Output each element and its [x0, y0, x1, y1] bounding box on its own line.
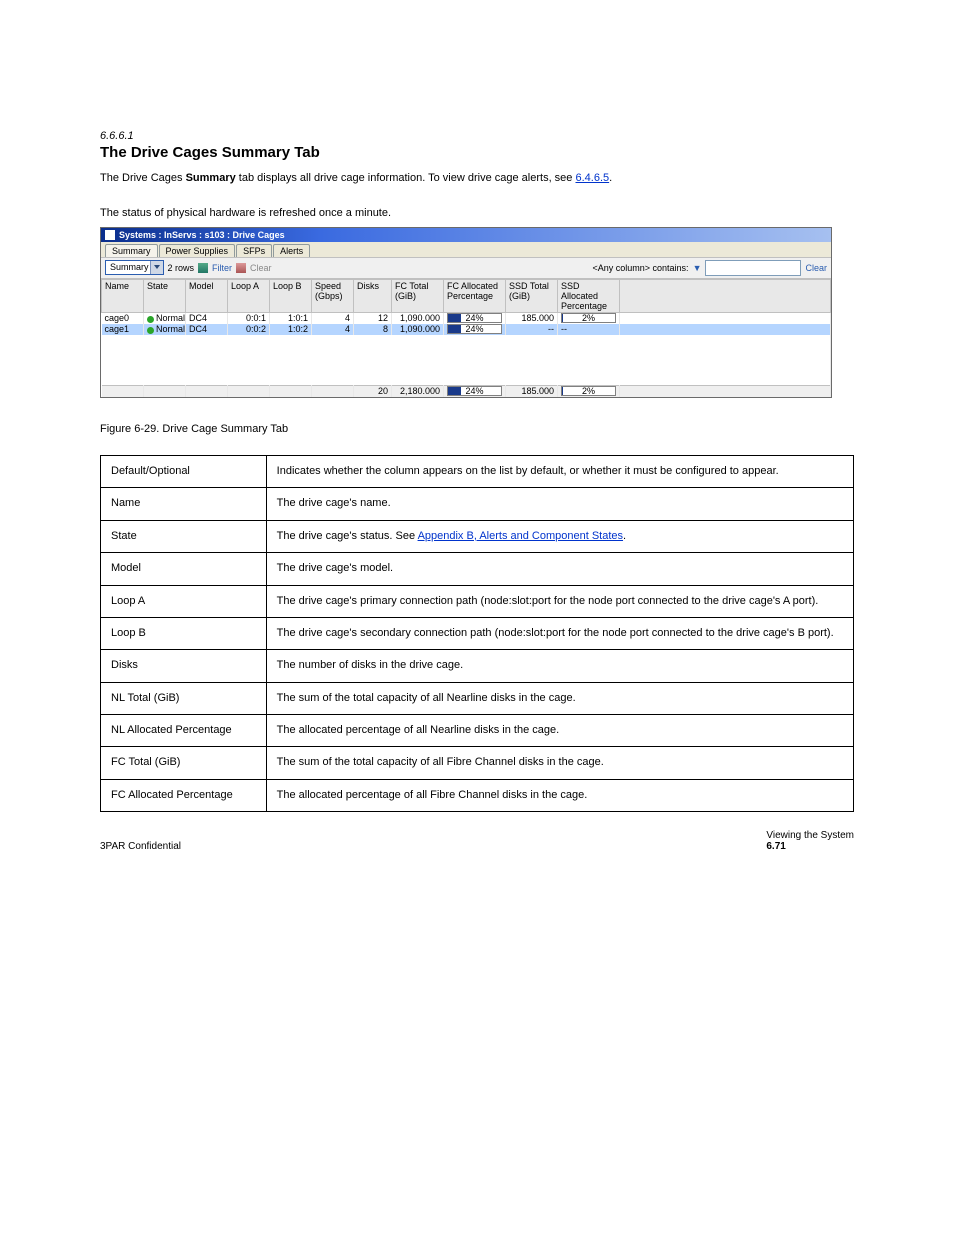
- data-grid[interactable]: Name State Model Loop A Loop B Speed (Gb…: [101, 279, 831, 397]
- tab-strip: Summary Power Supplies SFPs Alerts: [101, 242, 831, 257]
- search-column-label: <Any column> contains:: [593, 263, 689, 273]
- table-row[interactable]: cage0NormalDC40:0:11:0:14121,090.00024%1…: [102, 312, 831, 324]
- desc-row: NL Allocated PercentageThe allocated per…: [101, 715, 854, 747]
- desc-row: NameThe drive cage's name.: [101, 488, 854, 520]
- app-icon: [105, 230, 115, 240]
- window-title: Systems : InServs : s103 : Drive Cages: [119, 230, 285, 240]
- col-loop-a[interactable]: Loop A: [228, 279, 270, 312]
- desc-row: Default/OptionalIndicates whether the co…: [101, 455, 854, 487]
- col-disks[interactable]: Disks: [354, 279, 392, 312]
- col-loop-b[interactable]: Loop B: [270, 279, 312, 312]
- column-header-row[interactable]: Name State Model Loop A Loop B Speed (Gb…: [102, 279, 831, 312]
- description-paragraph: The Drive Cages Summary tab displays all…: [100, 171, 854, 187]
- appendix-link[interactable]: Appendix B, Alerts and Component States: [418, 530, 623, 542]
- totals-ssd-pct: 2%: [558, 385, 620, 397]
- col-model[interactable]: Model: [186, 279, 228, 312]
- desc-row: FC Allocated PercentageThe allocated per…: [101, 779, 854, 811]
- columns-dropdown[interactable]: Summary: [105, 260, 164, 275]
- col-speed[interactable]: Speed (Gbps): [312, 279, 354, 312]
- col-name[interactable]: Name: [102, 279, 144, 312]
- totals-fc-total: 2,180.000: [392, 385, 444, 397]
- clear-icon: [236, 263, 246, 273]
- col-fc-pct[interactable]: FC Allocated Percentage: [444, 279, 506, 312]
- col-ssd-total[interactable]: SSD Total (GiB): [506, 279, 558, 312]
- row-count-label: 2 rows: [168, 263, 195, 273]
- tab-power-supplies[interactable]: Power Supplies: [159, 244, 236, 257]
- clear-filter-link[interactable]: Clear: [250, 263, 272, 273]
- desc-row: NL Total (GiB)The sum of the total capac…: [101, 682, 854, 714]
- section-number: 6.6.6.1: [100, 130, 854, 142]
- status-note: The status of physical hardware is refre…: [100, 207, 854, 219]
- figure-caption: Figure 6-29. Drive Cage Summary Tab: [100, 423, 854, 435]
- clear-search-link[interactable]: Clear: [805, 263, 827, 273]
- footer-page: Viewing the System 6.71: [766, 830, 854, 852]
- table-row[interactable]: cage1NormalDC40:0:21:0:2481,090.00024%--…: [102, 324, 831, 335]
- search-input[interactable]: [705, 260, 801, 276]
- desc-row: Loop AThe drive cage's primary connectio…: [101, 585, 854, 617]
- column-description-table: Default/OptionalIndicates whether the co…: [100, 455, 854, 812]
- status-dot-icon: [147, 316, 154, 323]
- col-state[interactable]: State: [144, 279, 186, 312]
- crossref-link[interactable]: 6.4.6.5: [575, 172, 609, 184]
- desc-row: ModelThe drive cage's model.: [101, 553, 854, 585]
- tab-summary[interactable]: Summary: [105, 244, 158, 257]
- totals-row: 20 2,180.000 24% 185.000 2%: [102, 385, 831, 397]
- col-fc-total[interactable]: FC Total (GiB): [392, 279, 444, 312]
- totals-fc-pct: 24%: [444, 385, 506, 397]
- section-title: The Drive Cages Summary Tab: [100, 144, 854, 161]
- totals-disks: 20: [354, 385, 392, 397]
- totals-ssd-total: 185.000: [506, 385, 558, 397]
- col-ssd-pct[interactable]: SSD Allocated Percentage: [558, 279, 620, 312]
- tab-sfps[interactable]: SFPs: [236, 244, 272, 257]
- filter-icon: [198, 263, 208, 273]
- desc-row: FC Total (GiB)The sum of the total capac…: [101, 747, 854, 779]
- desc-row: StateThe drive cage's status. See Append…: [101, 520, 854, 552]
- toolbar: Summary 2 rows Filter Clear <Any column>…: [101, 257, 831, 279]
- status-dot-icon: [147, 327, 154, 334]
- tab-alerts[interactable]: Alerts: [273, 244, 310, 257]
- desc-row: Loop BThe drive cage's secondary connect…: [101, 617, 854, 649]
- footer-confidential: 3PAR Confidential: [100, 841, 181, 852]
- drive-cages-window: Systems : InServs : s103 : Drive Cages S…: [100, 227, 832, 398]
- filter-link[interactable]: Filter: [212, 263, 232, 273]
- desc-row: DisksThe number of disks in the drive ca…: [101, 650, 854, 682]
- window-titlebar: Systems : InServs : s103 : Drive Cages: [101, 228, 831, 242]
